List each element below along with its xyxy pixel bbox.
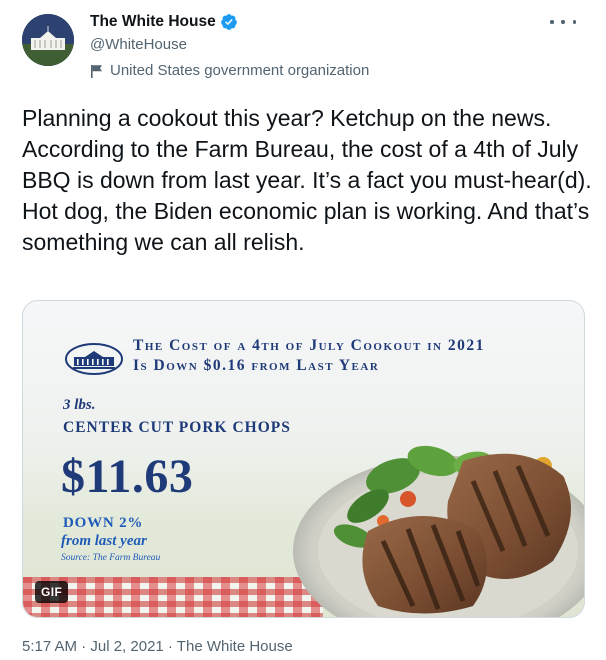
white-house-avatar-image bbox=[22, 14, 74, 66]
card-heading: The Cost of a 4th of July Cookout in 202… bbox=[133, 336, 485, 376]
avatar[interactable] bbox=[22, 14, 74, 66]
tweet-media[interactable]: The Cost of a 4th of July Cookout in 202… bbox=[22, 300, 585, 618]
gif-badge: GIF bbox=[35, 581, 69, 603]
tweet: The White House @WhiteHouse United State… bbox=[0, 0, 606, 660]
display-name[interactable]: The White House bbox=[90, 13, 216, 31]
name-row: The White House bbox=[90, 12, 238, 32]
product-price: $11.63 bbox=[61, 450, 194, 503]
flag-icon bbox=[91, 64, 102, 78]
data-source: Source: The Farm Bureau bbox=[61, 553, 161, 563]
product-name: CENTER CUT PORK CHOPS bbox=[63, 419, 291, 436]
product-quantity: 3 lbs. bbox=[63, 397, 96, 413]
account-label[interactable]: United States government organization bbox=[90, 62, 369, 79]
card-heading-line1: The Cost of a 4th of July Cookout in 202… bbox=[133, 337, 485, 354]
tweet-text: Planning a cookout this year? Ketchup on… bbox=[22, 105, 592, 255]
price-comparison: from last year bbox=[61, 533, 147, 549]
tweet-timestamp[interactable]: 5:17 AM · Jul 2, 2021 · The White House bbox=[22, 638, 293, 655]
pork-chops-plate-image bbox=[293, 445, 584, 617]
account-handle[interactable]: @WhiteHouse bbox=[90, 36, 187, 53]
card-heading-line2: Is Down $0.16 from Last Year bbox=[133, 357, 380, 374]
verified-badge-icon bbox=[220, 14, 237, 30]
more-options-icon[interactable] bbox=[550, 12, 576, 32]
account-label-text: United States government organization bbox=[110, 62, 370, 79]
price-change: DOWN 2% bbox=[63, 515, 144, 531]
white-house-logo-icon bbox=[65, 343, 123, 375]
